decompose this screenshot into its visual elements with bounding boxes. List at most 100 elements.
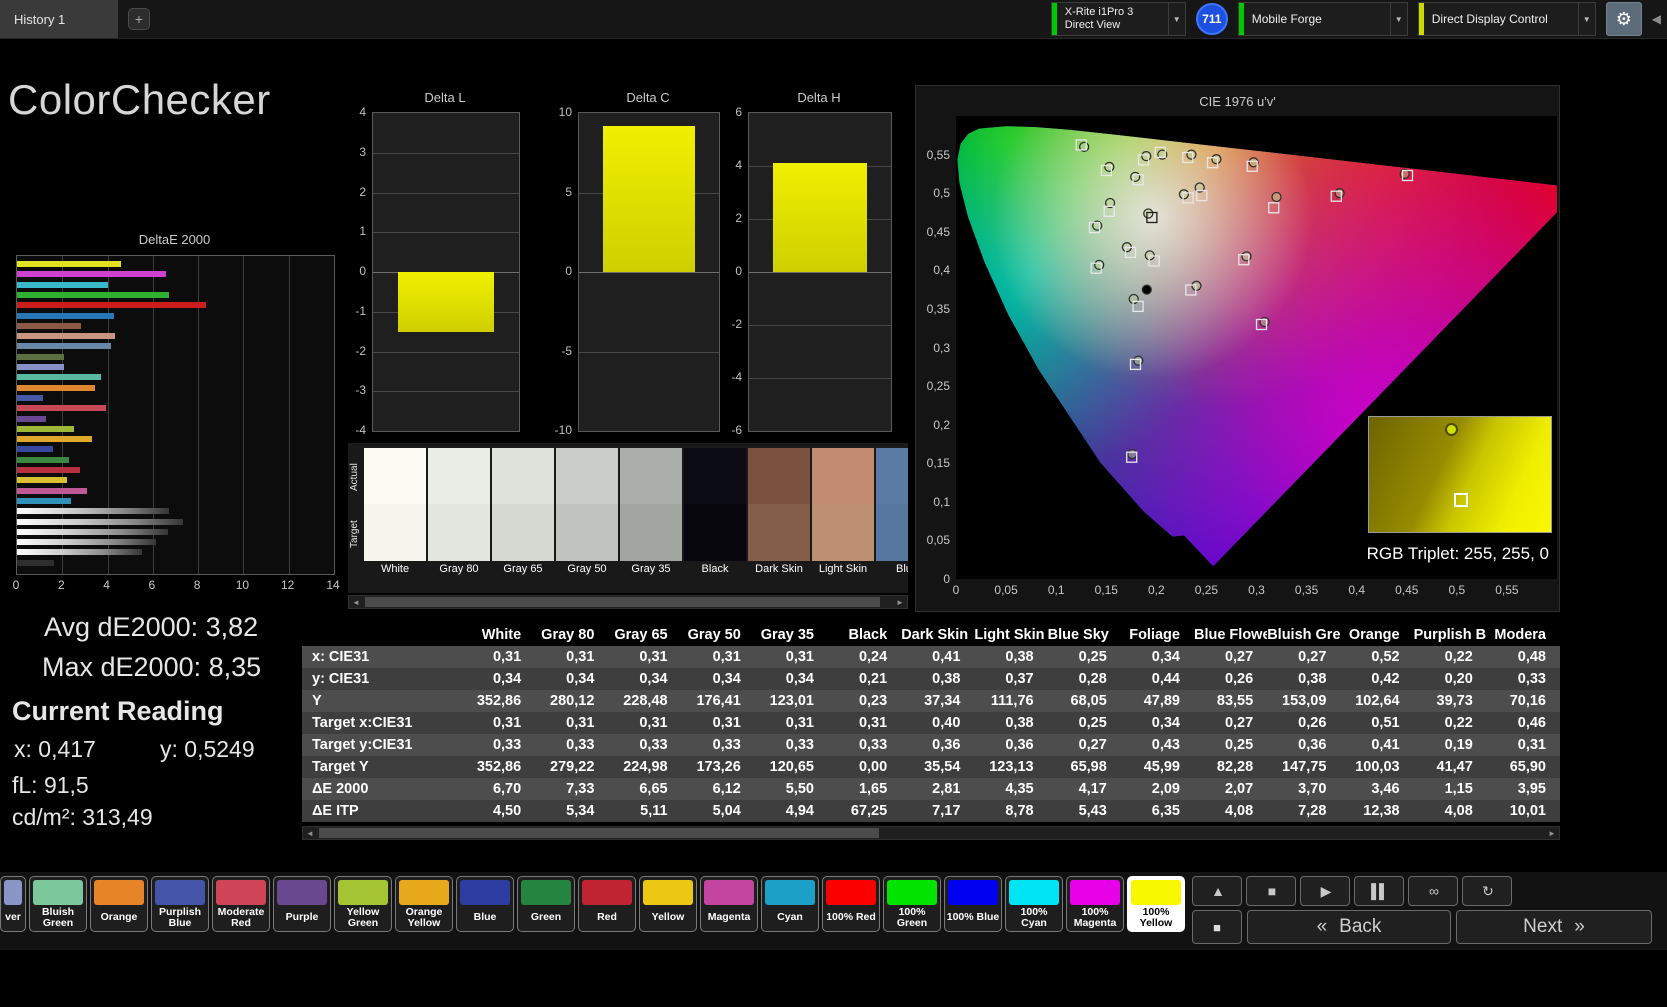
- patch-button-100-green[interactable]: 100% Green: [883, 876, 941, 932]
- pattern-window-button[interactable]: ■: [1192, 910, 1242, 944]
- pattern-source-label: Mobile Forge: [1252, 13, 1382, 26]
- column-header-light-skin: Light Skin: [974, 624, 1047, 646]
- delta-e-bar-yellow-green: [17, 426, 74, 432]
- swatch-strip-scrollbar[interactable]: ◄ ►: [348, 595, 908, 609]
- patch-button-orange[interactable]: Orange: [90, 876, 148, 932]
- table-cell: 47,89: [1121, 690, 1194, 712]
- table-cell: 5,43: [1048, 800, 1121, 822]
- chart-title: Delta C: [578, 90, 718, 105]
- gridline: [289, 256, 290, 574]
- history-tab[interactable]: History 1: [0, 0, 118, 38]
- patch-button-moderate-red[interactable]: Moderate Red: [212, 876, 270, 932]
- row-label: Target y:CIE31: [302, 734, 462, 756]
- display-control-dropdown[interactable]: Direct Display Control ▼: [1418, 2, 1596, 36]
- table-cell: 0,31: [608, 646, 681, 668]
- collapse-panel-icon[interactable]: ◀: [1652, 12, 1661, 26]
- patch-button-label: 100% Red: [823, 905, 879, 931]
- table-cell: 0,36: [1267, 734, 1340, 756]
- patch-color-swatch: [4, 880, 22, 905]
- table-cell: 65,90: [1487, 756, 1560, 778]
- cie-y-tick-label: 0,05: [916, 533, 950, 547]
- scroll-left-icon[interactable]: ◄: [349, 596, 363, 608]
- row-label: Target Y: [302, 756, 462, 778]
- chart-title: Delta H: [748, 90, 890, 105]
- cie-plot: RGB Triplet: 255, 255, 0: [956, 116, 1557, 579]
- swatch-target-color: [556, 504, 618, 561]
- chart-plot-area: [372, 112, 520, 432]
- patch-color-swatch: [948, 880, 998, 905]
- max-de2000-value: Max dE2000: 8,35: [42, 652, 261, 683]
- cie-diagram-panel: CIE 1976 u'v' RGB Triplet: 255, 255, 0 0…: [915, 85, 1560, 612]
- scroll-right-icon[interactable]: ►: [893, 596, 907, 608]
- table-cell: 0,52: [1340, 646, 1413, 668]
- pattern-source-dropdown[interactable]: Mobile Forge ▼: [1238, 2, 1408, 36]
- axis-tick-label: 0: [13, 578, 20, 592]
- table-cell: 0,22: [1414, 646, 1487, 668]
- next-button[interactable]: Next »: [1456, 910, 1652, 944]
- table-cell: 41,47: [1414, 756, 1487, 778]
- patch-button-cyan[interactable]: Cyan: [761, 876, 819, 932]
- table-cell: 1,15: [1414, 778, 1487, 800]
- scrollbar-thumb[interactable]: [319, 828, 879, 838]
- patch-button-100-cyan[interactable]: 100% Cyan: [1005, 876, 1063, 932]
- patch-button-yellow-green[interactable]: Yellow Green: [334, 876, 392, 932]
- column-header-blue-flower: Blue Flower: [1194, 624, 1267, 646]
- settings-gear-button[interactable]: ⚙: [1606, 2, 1642, 36]
- axis-tick-label: 2: [58, 578, 65, 592]
- table-scrollbar[interactable]: ◄ ►: [302, 826, 1560, 840]
- patch-button-red[interactable]: Red: [578, 876, 636, 932]
- table-row-target-y: Target Y352,86279,22224,98173,26120,650,…: [302, 756, 1560, 778]
- gridline: [749, 325, 891, 326]
- swatch-label: Gray 35: [620, 561, 682, 578]
- patch-button-purplish-blue[interactable]: Purplish Blue: [151, 876, 209, 932]
- rgb-triplet-label: RGB Triplet: 255, 255, 0: [1367, 544, 1549, 564]
- play-button[interactable]: ▶: [1300, 876, 1350, 906]
- measurement-count-badge[interactable]: 711: [1196, 3, 1228, 35]
- table-cell: 45,99: [1121, 756, 1194, 778]
- patch-button-bluish-green[interactable]: Bluish Green: [29, 876, 87, 932]
- table-cell: 0,40: [901, 712, 974, 734]
- table-cell: 0,00: [828, 756, 901, 778]
- patch-button-100-blue[interactable]: 100% Blue: [944, 876, 1002, 932]
- table-cell: 0,24: [828, 646, 901, 668]
- cie-x-tick-label: 0,2: [1148, 583, 1165, 597]
- axis-tick-label: 0: [344, 264, 366, 278]
- patch-button-100-magenta[interactable]: 100% Magenta: [1066, 876, 1124, 932]
- pause-icon: ▌▌: [1371, 883, 1387, 899]
- table-cell: 0,33: [462, 734, 535, 756]
- swatch-label: Blue: [876, 561, 908, 578]
- swatch-label: Black: [684, 561, 746, 578]
- patch-button-purple[interactable]: Purple: [273, 876, 331, 932]
- eject-button[interactable]: ▲: [1192, 876, 1242, 906]
- patch-button-blue[interactable]: Blue: [456, 876, 514, 932]
- back-button[interactable]: « Back: [1247, 910, 1451, 944]
- delta-e-bar-yellow: [17, 477, 67, 483]
- table-cell: 0,34: [462, 668, 535, 690]
- repeat-button[interactable]: ↻: [1462, 876, 1512, 906]
- loop-infinite-button[interactable]: ∞: [1408, 876, 1458, 906]
- swatch-label: Gray 80: [428, 561, 490, 578]
- scroll-left-icon[interactable]: ◄: [303, 827, 317, 839]
- pause-button[interactable]: ▌▌: [1354, 876, 1404, 906]
- table-cell: 6,12: [682, 778, 755, 800]
- patch-button-100-yellow[interactable]: 100% Yellow: [1127, 876, 1185, 932]
- swatch-strip: Actual Target WhiteGray 80Gray 65Gray 50…: [348, 443, 908, 593]
- delta-e-bar-blue-flower: [17, 364, 64, 370]
- chevron-down-icon: ▼: [1578, 3, 1595, 35]
- patch-button-orange-yellow[interactable]: Orange Yellow: [395, 876, 453, 932]
- patch-button-yellow[interactable]: Yellow: [639, 876, 697, 932]
- scrollbar-thumb[interactable]: [365, 597, 880, 607]
- axis-tick-label: 4: [103, 578, 110, 592]
- stop-button[interactable]: ■: [1246, 876, 1296, 906]
- meter-dropdown[interactable]: X-Rite i1Pro 3 Direct View ▼: [1051, 2, 1186, 36]
- patch-button-green[interactable]: Green: [517, 876, 575, 932]
- patch-button-magenta[interactable]: Magenta: [700, 876, 758, 932]
- patch-button-ver[interactable]: ver: [0, 876, 26, 932]
- scroll-right-icon[interactable]: ►: [1545, 827, 1559, 839]
- table-cell: 2,07: [1194, 778, 1267, 800]
- axis-tick-label: 8: [194, 578, 201, 592]
- patch-button-100-red[interactable]: 100% Red: [822, 876, 880, 932]
- table-cell: 0,34: [535, 668, 608, 690]
- add-tab-button[interactable]: +: [128, 8, 150, 30]
- table-cell: 6,65: [608, 778, 681, 800]
